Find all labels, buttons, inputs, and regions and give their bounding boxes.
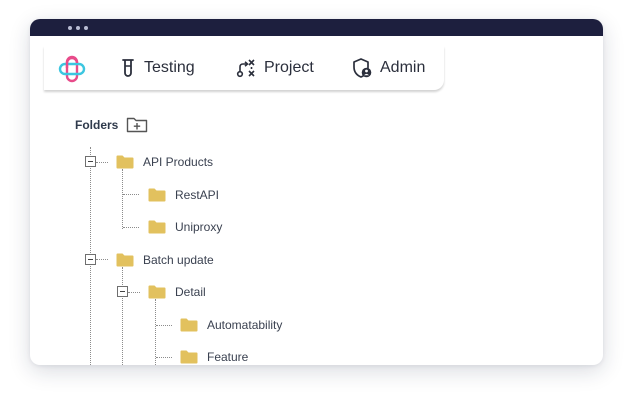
tree-node-label: Detail [175,285,206,299]
app-window: Testing Project Admin Folders API Produc… [30,19,603,365]
tree-node-batch-update[interactable]: Batch update [116,251,214,269]
tree-node-feature[interactable]: Feature [180,348,248,365]
tree-connector [96,162,108,163]
tree-node-label: RestAPI [175,188,220,202]
folder-icon [148,285,166,299]
tree-node-restapi[interactable]: RestAPI [148,186,219,204]
window-titlebar [30,19,603,36]
folder-icon [180,350,198,364]
titlebar-dot [76,26,80,30]
tree-connector [156,325,172,326]
tree-connector [156,357,172,358]
tree-connector [122,169,123,229]
tree-node-label: Automatability [207,318,283,332]
tree-node-label: API Products [143,155,214,169]
plus-logo-icon[interactable] [58,55,86,83]
tree-node-uniproxy[interactable]: Uniproxy [148,218,222,236]
tree-connector [122,267,123,365]
tree-node-detail[interactable]: Detail [148,283,206,301]
folder-icon [180,318,198,332]
titlebar-dot [68,26,72,30]
folder-icon [116,155,134,169]
nav-project-label: Project [264,59,314,76]
tree-connector [96,259,108,260]
top-navbar: Testing Project Admin [44,46,444,90]
folder-icon [148,188,166,202]
tree-node-label: Uniproxy [175,220,223,234]
nav-admin[interactable]: Admin [352,57,425,79]
tree-node-api-products[interactable]: API Products [116,153,213,171]
tree-node-label: Feature [207,350,249,364]
folders-title: Folders [75,117,119,132]
folders-header: Folders [75,116,148,133]
collapse-toggle-batch-update[interactable] [85,254,96,265]
collapse-toggle-api-products[interactable] [85,156,96,167]
nav-testing[interactable]: Testing [120,57,195,79]
test-tube-icon [122,59,134,77]
tree-connector [128,292,140,293]
nav-project[interactable]: Project [236,57,314,79]
shield-user-icon [353,58,372,78]
tree-connector [155,299,156,365]
folder-icon [116,253,134,267]
workflow-icon [236,59,255,78]
tree-connector [90,147,91,365]
add-folder-icon[interactable] [126,116,148,133]
tree-connector [123,194,139,195]
titlebar-dot [84,26,88,30]
tree-connector [123,227,139,228]
nav-testing-label: Testing [144,59,195,76]
collapse-toggle-detail[interactable] [117,286,128,297]
tree-node-label: Batch update [143,253,214,267]
folder-icon [148,220,166,234]
nav-admin-label: Admin [380,59,426,76]
tree-node-automatability[interactable]: Automatability [180,316,282,334]
